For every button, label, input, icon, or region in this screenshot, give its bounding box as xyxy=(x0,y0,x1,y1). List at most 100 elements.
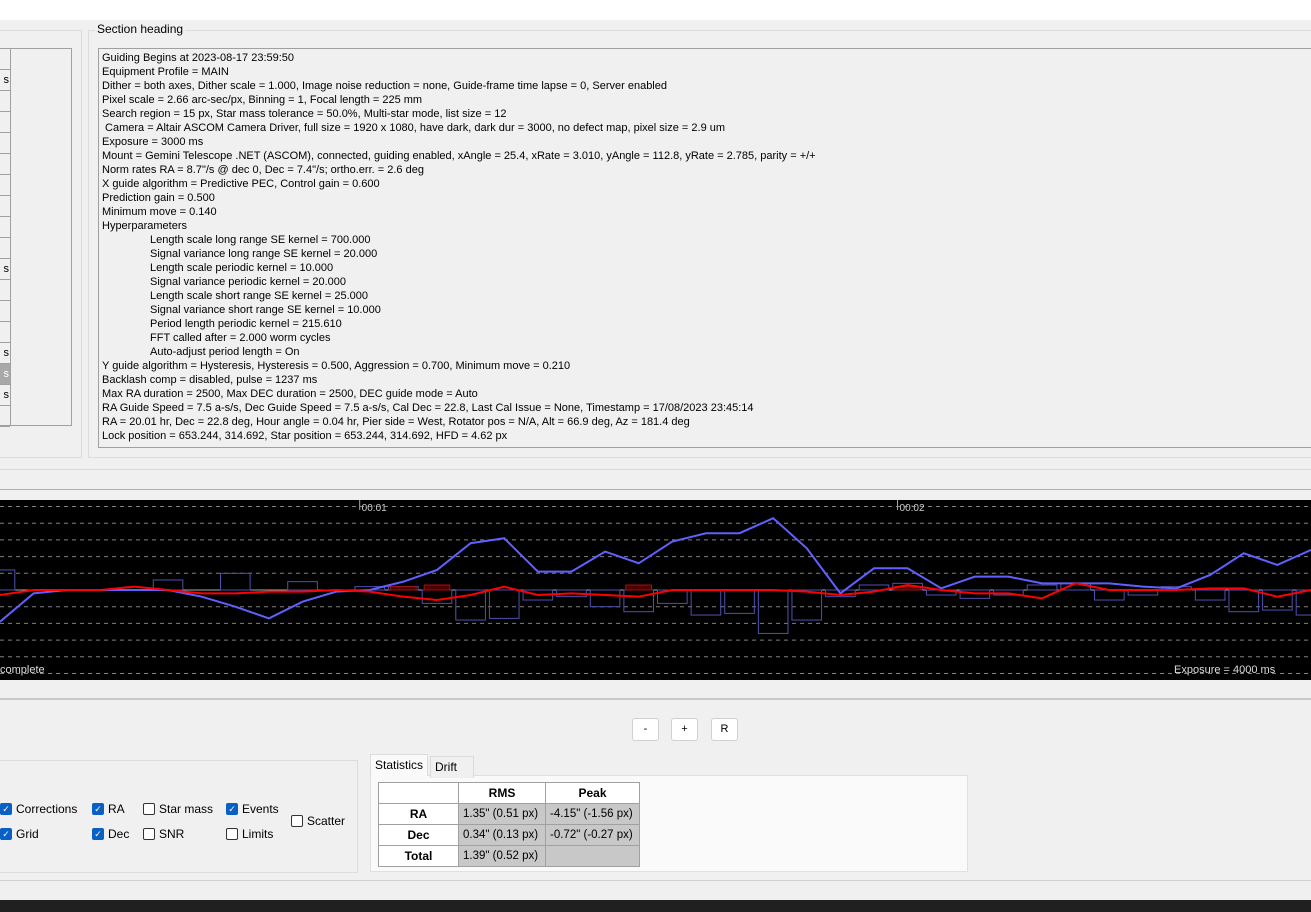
option-label: Dec xyxy=(108,827,130,841)
info-line: Signal variance long range SE kernel = 2… xyxy=(150,248,378,260)
divider xyxy=(0,880,1311,881)
col-header-peak: Peak xyxy=(545,782,640,804)
session-list-item[interactable] xyxy=(0,49,10,70)
splitter[interactable] xyxy=(0,698,1311,700)
ra-correction-bar xyxy=(287,581,318,591)
graph-exposure-label: Exposure = 4000 ms xyxy=(1174,664,1276,676)
ra-correction-bar xyxy=(1026,584,1058,591)
session-list-item[interactable]: s xyxy=(0,364,10,385)
taskbar xyxy=(0,900,1311,912)
option-label: Grid xyxy=(16,827,39,841)
guiding-info-text[interactable]: Guiding Begins at 2023-08-17 23:59:50 Equ… xyxy=(98,48,1311,448)
checkbox-empty-icon xyxy=(143,803,155,815)
rms-value: 1.39" (0.52 px) xyxy=(458,845,546,867)
info-line: Signal variance periodic kernel = 20.000 xyxy=(150,276,346,288)
session-list-item[interactable] xyxy=(0,322,10,343)
option-label: Star mass xyxy=(159,802,214,816)
ra-correction-bar xyxy=(488,589,520,619)
guide-graph[interactable]: 00:01 00:02 xyxy=(0,500,1311,680)
ra-correction-bar xyxy=(791,589,823,621)
ra-correction-bar xyxy=(589,589,621,608)
table-row: Total 1.39" (0.52 px) xyxy=(378,845,640,867)
option-label: Limits xyxy=(242,827,274,841)
row-label: Dec xyxy=(378,824,459,846)
session-list-item[interactable] xyxy=(0,112,10,133)
info-line: Period length periodic kernel = 215.610 xyxy=(150,318,342,330)
option-events-checkbox[interactable]: ✓ Events xyxy=(226,802,279,816)
option-label: Events xyxy=(242,802,279,816)
info-line: Max RA duration = 2500, Max DEC duration… xyxy=(102,388,478,400)
session-list-item[interactable] xyxy=(0,154,10,175)
option-label: SNR xyxy=(159,827,185,841)
checkmark-icon: ✓ xyxy=(0,803,12,815)
option-snr-checkbox[interactable]: SNR xyxy=(143,827,184,841)
info-line: Backlash comp = disabled, pulse = 1237 m… xyxy=(102,374,318,386)
option-ra-checkbox[interactable]: ✓ RA xyxy=(92,802,125,816)
info-line: X guide algorithm = Predictive PEC, Cont… xyxy=(102,178,380,190)
option-corrections-checkbox[interactable]: ✓ Corrections xyxy=(0,802,77,816)
option-label: Scatter xyxy=(307,814,346,828)
info-line: Signal variance short range SE kernel = … xyxy=(150,304,381,316)
option-star-mass-checkbox[interactable]: Star mass xyxy=(143,802,213,816)
ra-correction-bar xyxy=(1295,589,1311,616)
info-line: Camera = Altair ASCOM Camera Driver, ful… xyxy=(102,122,726,134)
ra-correction-bar xyxy=(757,589,789,634)
session-list-item[interactable]: s xyxy=(0,259,10,280)
session-list-item[interactable]: s xyxy=(0,343,10,364)
session-list-item[interactable] xyxy=(0,133,10,154)
session-list-item[interactable] xyxy=(0,175,10,196)
ra-correction-bar xyxy=(1094,589,1125,601)
checkmark-icon: ✓ xyxy=(0,828,12,840)
option-limits-checkbox[interactable]: Limits xyxy=(226,827,273,841)
ra-correction-bar xyxy=(1194,589,1226,601)
option-dec-checkbox[interactable]: ✓ Dec xyxy=(92,827,129,841)
info-line: Dither = both axes, Dither scale = 1.000… xyxy=(102,80,667,92)
info-line: Length scale short range SE kernel = 25.… xyxy=(150,290,369,302)
graph-status-left: complete xyxy=(0,664,45,676)
info-line: Exposure = 3000 ms xyxy=(102,136,204,148)
info-line: Prediction gain = 0.500 xyxy=(102,192,215,204)
checkmark-icon: ✓ xyxy=(92,803,104,815)
session-list-item[interactable] xyxy=(0,406,10,427)
info-line: Norm rates RA = 8.7"/s @ dec 0, Dec = 7.… xyxy=(102,164,424,176)
session-list-item[interactable] xyxy=(0,196,10,217)
ra-correction-bar xyxy=(220,572,251,591)
zoom-out-button[interactable]: - xyxy=(632,718,659,741)
section-heading: Section heading xyxy=(95,22,186,36)
option-grid-checkbox[interactable]: ✓ Grid xyxy=(0,827,39,841)
ra-correction-bar xyxy=(623,589,655,613)
session-list-item[interactable] xyxy=(0,238,10,259)
info-line: Pixel scale = 2.66 arc-sec/px, Binning =… xyxy=(102,94,423,106)
session-list-item[interactable] xyxy=(0,217,10,238)
splitter[interactable] xyxy=(0,489,1311,490)
checkbox-empty-icon xyxy=(291,815,303,827)
session-list-item[interactable] xyxy=(0,301,10,322)
x-tick-label: 00:02 xyxy=(900,503,925,514)
list-column-divider xyxy=(10,49,11,425)
peak-value xyxy=(545,845,640,867)
info-line: RA = 20.01 hr, Dec = 22.8 deg, Hour angl… xyxy=(102,416,690,428)
info-line: RA Guide Speed = 7.5 a-s/s, Dec Guide Sp… xyxy=(102,402,754,414)
reset-zoom-button[interactable]: R xyxy=(711,718,738,741)
option-scatter-checkbox[interactable]: Scatter xyxy=(291,814,345,828)
rms-value: 1.35" (0.51 px) xyxy=(458,803,546,825)
zoom-in-button[interactable]: + xyxy=(671,718,698,741)
dec-correction-bar xyxy=(625,584,653,591)
session-list-item[interactable]: s xyxy=(0,385,10,406)
tab-drift[interactable]: Drift xyxy=(430,756,474,778)
ra-correction-bar xyxy=(1228,589,1260,613)
session-list-item[interactable]: s xyxy=(0,70,10,91)
info-line: Hyperparameters xyxy=(102,220,187,232)
col-header-rms: RMS xyxy=(458,782,546,804)
ra-correction-bar xyxy=(421,589,453,604)
ra-correction-bar xyxy=(724,589,755,614)
session-list-item[interactable] xyxy=(0,280,10,301)
checkbox-empty-icon xyxy=(226,828,238,840)
rms-value: 0.34" (0.13 px) xyxy=(458,824,546,846)
session-list-item[interactable] xyxy=(0,91,10,112)
session-list[interactable]: sssss xyxy=(0,48,72,427)
peak-value: -0.72" (-0.27 px) xyxy=(545,824,640,846)
ra-correction-bar xyxy=(690,589,722,616)
tab-statistics[interactable]: Statistics xyxy=(370,754,429,776)
dec-correction-bar xyxy=(390,586,417,591)
